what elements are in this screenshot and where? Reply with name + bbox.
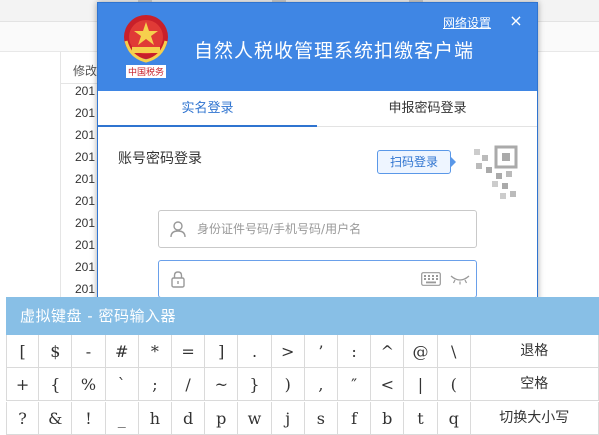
background-file-list: 修改 201 201 201 201 201 201 201 201 201 2… [60, 52, 101, 302]
keyboard-key[interactable]: % [72, 368, 106, 402]
keyboard-key[interactable]: ^ [371, 335, 405, 368]
keyboard-title: 虚拟键盘 - 密码输入器 [6, 297, 599, 335]
scan-login-button[interactable]: 扫码登录 [377, 150, 451, 174]
keyboard-key[interactable]: = [172, 335, 206, 368]
list-item[interactable]: 201 [75, 150, 95, 164]
keyboard-key[interactable]: h [138, 401, 172, 435]
keyboard-key[interactable]: [ [6, 335, 40, 368]
keyboard-key[interactable]: q [437, 401, 471, 435]
backspace-key[interactable]: 退格 [470, 335, 599, 368]
lock-icon [171, 271, 185, 288]
list-item[interactable]: 201 [75, 172, 95, 186]
list-item[interactable]: 201 [75, 282, 95, 296]
keyboard-key[interactable]: ’ [304, 335, 338, 368]
keyboard-key[interactable]: # [105, 335, 139, 368]
keyboard-key[interactable]: ? [6, 401, 40, 435]
keyboard-key[interactable]: ] [205, 335, 239, 368]
keyboard-key[interactable]: j [271, 401, 305, 435]
space-key[interactable]: 空格 [470, 368, 599, 402]
list-item[interactable]: 201 [75, 238, 95, 252]
username-field[interactable] [158, 210, 477, 248]
keyboard-key[interactable]: | [404, 368, 438, 402]
list-item[interactable]: 201 [75, 106, 95, 120]
keyboard-key[interactable]: s [304, 401, 338, 435]
keyboard-key[interactable]: , [304, 368, 338, 402]
emblem-text: 中国税务 [128, 66, 164, 78]
password-field[interactable] [158, 260, 477, 298]
keyboard-key[interactable]: - [72, 335, 106, 368]
keyboard-key[interactable]: / [172, 368, 206, 402]
keyboard-key[interactable]: & [39, 401, 73, 435]
caps-toggle-key[interactable]: 切换大小写 [470, 401, 599, 435]
virtual-keyboard: 虚拟键盘 - 密码输入器 [$ - # * =]. >’: ^ @ \ 退格 +{% `; / ~}), ″… [6, 297, 599, 435]
keyboard-key[interactable]: : [338, 335, 372, 368]
background-pane [538, 52, 599, 297]
network-settings-link[interactable]: 网络设置 [443, 14, 491, 31]
user-icon [170, 221, 186, 238]
keyboard-key[interactable]: ; [138, 368, 172, 402]
keyboard-key[interactable]: @ [404, 335, 438, 368]
keyboard-key[interactable]: < [371, 368, 405, 402]
keyboard-key[interactable]: ″ [338, 368, 372, 402]
keyboard-icon[interactable] [421, 272, 441, 286]
keyboard-key[interactable]: \ [437, 335, 471, 368]
keyboard-key[interactable]: t [404, 401, 438, 435]
qr-code-icon[interactable] [470, 145, 520, 201]
login-tabs: 实名登录 申报密码登录 [98, 91, 537, 127]
list-item[interactable]: 201 [75, 84, 95, 98]
tab-real-name-login[interactable]: 实名登录 [98, 91, 317, 127]
keyboard-key[interactable]: d [172, 401, 206, 435]
keyboard-key[interactable]: { [39, 368, 73, 402]
keyboard-key[interactable]: ) [271, 368, 305, 402]
tax-emblem-icon: 中国税务 [124, 15, 168, 78]
column-header-modified[interactable]: 修改 [61, 52, 101, 84]
eye-closed-icon[interactable] [450, 272, 470, 286]
keyboard-key[interactable]: ~ [205, 368, 239, 402]
keyboard-key[interactable]: * [138, 335, 172, 368]
keyboard-key[interactable]: p [205, 401, 239, 435]
list-item[interactable]: 201 [75, 194, 95, 208]
keyboard-key[interactable]: $ [39, 335, 73, 368]
password-input[interactable] [197, 269, 447, 289]
login-dialog: 中国税务 自然人税收管理系统扣缴客户端 网络设置 × 实名登录 申报密码登录 账… [97, 2, 538, 302]
keyboard-key[interactable]: > [271, 335, 305, 368]
keyboard-key[interactable]: } [238, 368, 272, 402]
section-title: 账号密码登录 [118, 151, 202, 167]
keyboard-keys: [$ - # * =]. >’: ^ @ \ 退格 +{% `; / ~}), ″ < |(空格? &! _ h d p w… [6, 335, 599, 435]
keyboard-key[interactable]: b [371, 401, 405, 435]
keyboard-key[interactable]: f [338, 401, 372, 435]
list-item[interactable]: 201 [75, 216, 95, 230]
tooltip-arrow [450, 156, 456, 168]
username-input[interactable] [197, 219, 447, 239]
keyboard-key[interactable]: ( [437, 368, 471, 402]
keyboard-key[interactable]: _ [105, 401, 139, 435]
list-item[interactable]: 201 [75, 260, 95, 274]
keyboard-key[interactable]: w [238, 401, 272, 435]
keyboard-key[interactable]: ! [72, 401, 106, 435]
list-item[interactable]: 201 [75, 128, 95, 142]
keyboard-key[interactable]: . [238, 335, 272, 368]
keyboard-key[interactable]: + [6, 368, 40, 402]
close-button[interactable]: × [506, 11, 526, 31]
dialog-header: 中国税务 自然人税收管理系统扣缴客户端 网络设置 × [98, 3, 537, 91]
app-title: 自然人税收管理系统扣缴客户端 [194, 40, 475, 62]
keyboard-key[interactable]: ` [105, 368, 139, 402]
tab-declaration-password-login[interactable]: 申报密码登录 [318, 91, 537, 127]
